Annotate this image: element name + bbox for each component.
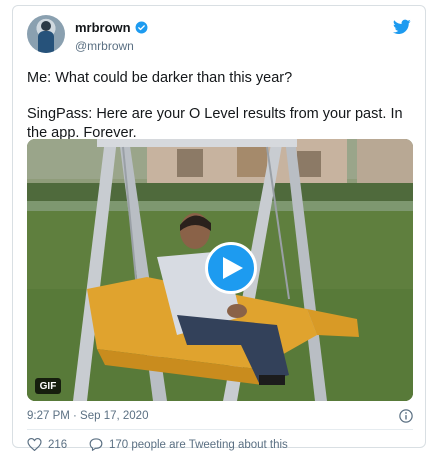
author-names: mrbrown @mrbrown	[75, 19, 148, 53]
author-display-name-row[interactable]: mrbrown	[75, 20, 148, 35]
verified-badge-icon	[135, 21, 148, 34]
tweet-card: mrbrown @mrbrown Me: What could be darke…	[12, 5, 426, 451]
like-button[interactable]: 216	[27, 438, 67, 451]
heart-icon	[27, 438, 42, 451]
tweet-actions: 216 170 people are Tweeting about this	[27, 438, 413, 454]
tweet-media-gif[interactable]: GIF	[27, 139, 413, 401]
tweet-timestamp[interactable]: 9:27 PM · Sep 17, 2020	[27, 410, 148, 422]
tweet-text-line-2: SingPass: Here are your O Level results …	[27, 106, 403, 141]
conversation-link[interactable]: 170 people are Tweeting about this	[89, 438, 288, 451]
tweet-text: Me: What could be darker than this year?…	[27, 69, 415, 143]
play-button[interactable]	[205, 242, 257, 294]
twitter-bird-icon[interactable]	[393, 19, 411, 35]
avatar[interactable]	[27, 15, 65, 53]
conversation-text: 170 people are Tweeting about this	[109, 438, 288, 451]
gif-badge: GIF	[35, 378, 61, 394]
divider	[27, 429, 413, 430]
info-icon[interactable]	[399, 409, 413, 423]
avatar-head	[41, 21, 51, 31]
author-handle[interactable]: @mrbrown	[75, 39, 148, 53]
reply-bubble-icon	[89, 438, 103, 451]
tweet-text-line-1: Me: What could be darker than this year?	[27, 70, 293, 86]
author-display-name: mrbrown	[75, 20, 131, 35]
like-count: 216	[48, 438, 68, 451]
tweet-header: mrbrown @mrbrown	[27, 15, 413, 57]
avatar-body	[38, 31, 54, 53]
play-icon	[223, 257, 243, 279]
